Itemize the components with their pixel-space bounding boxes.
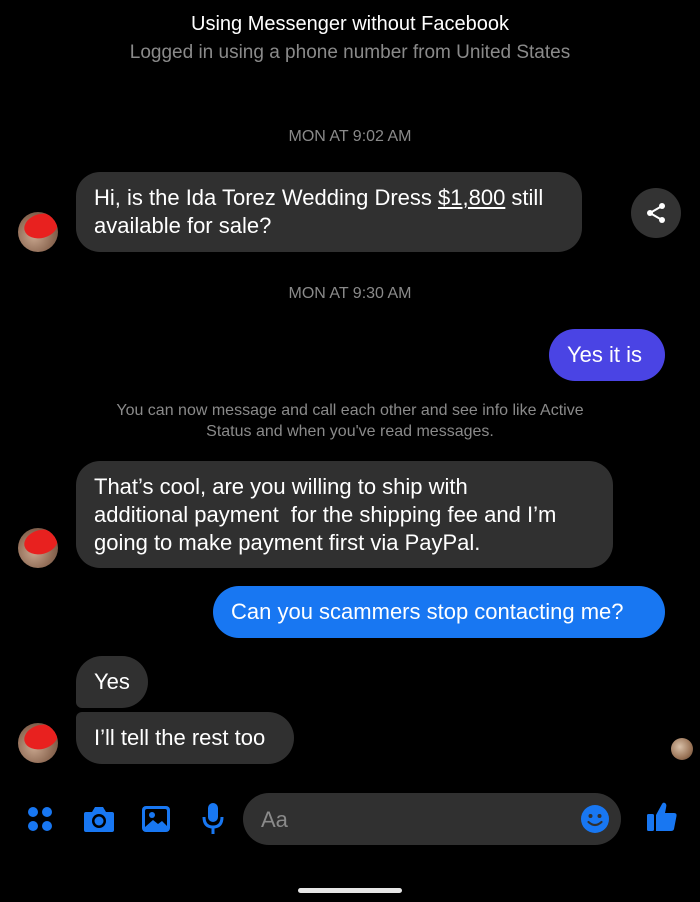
conversation-title: Using Messenger without Facebook: [191, 13, 509, 35]
message-bubble-incoming[interactable]: Hi, is the Ida Torez Wedding Dress $1,80…: [76, 172, 582, 252]
message-input-placeholder: Aa: [261, 807, 288, 832]
message-input[interactable]: Aa: [243, 793, 621, 845]
microphone-button[interactable]: [201, 802, 225, 836]
share-icon: [647, 203, 665, 223]
message-bubble-outgoing[interactable]: Yes it is: [549, 329, 665, 381]
connection-notice: You can now message and call each other …: [116, 402, 584, 440]
message-text: Yes it is: [567, 342, 643, 367]
like-button[interactable]: [645, 800, 679, 834]
price-link[interactable]: $1,800: [438, 185, 505, 210]
apps-button[interactable]: [26, 805, 54, 833]
message-text: Yes: [94, 669, 130, 694]
message-text: I’ll tell the rest too: [94, 725, 266, 750]
home-indicator[interactable]: [298, 888, 402, 893]
microphone-icon: [202, 803, 224, 834]
gallery-icon: [142, 806, 170, 832]
read-receipt-avatar: [671, 738, 693, 760]
timestamp: MON AT 9:30 AM: [288, 285, 412, 302]
sender-avatar[interactable]: [18, 528, 58, 568]
gallery-button[interactable]: [141, 805, 171, 833]
sender-avatar[interactable]: [18, 723, 58, 763]
emoji-icon: [581, 805, 609, 833]
message-text: That’s cool, are you willing to ship wit…: [94, 473, 557, 555]
apps-icon: [28, 807, 52, 831]
sender-avatar[interactable]: [18, 212, 58, 252]
message-text: Hi, is the Ida Torez Wedding Dress $1,80…: [94, 185, 544, 238]
camera-button[interactable]: [82, 804, 116, 834]
share-button[interactable]: [631, 188, 681, 238]
message-text: Can you scammers stop contacting me?: [231, 599, 624, 624]
message-bubble-incoming[interactable]: Yes: [76, 656, 148, 708]
conversation-subtitle: Logged in using a phone number from Unit…: [129, 42, 571, 63]
message-bubble-outgoing[interactable]: Can you scammers stop contacting me?: [213, 586, 665, 638]
message-bubble-incoming[interactable]: I’ll tell the rest too: [76, 712, 294, 764]
message-bubble-incoming[interactable]: That’s cool, are you willing to ship wit…: [76, 461, 613, 568]
timestamp: MON AT 9:02 AM: [288, 128, 412, 145]
camera-icon: [84, 807, 114, 832]
thumbs-up-icon: [647, 802, 677, 831]
emoji-button[interactable]: [580, 804, 610, 834]
